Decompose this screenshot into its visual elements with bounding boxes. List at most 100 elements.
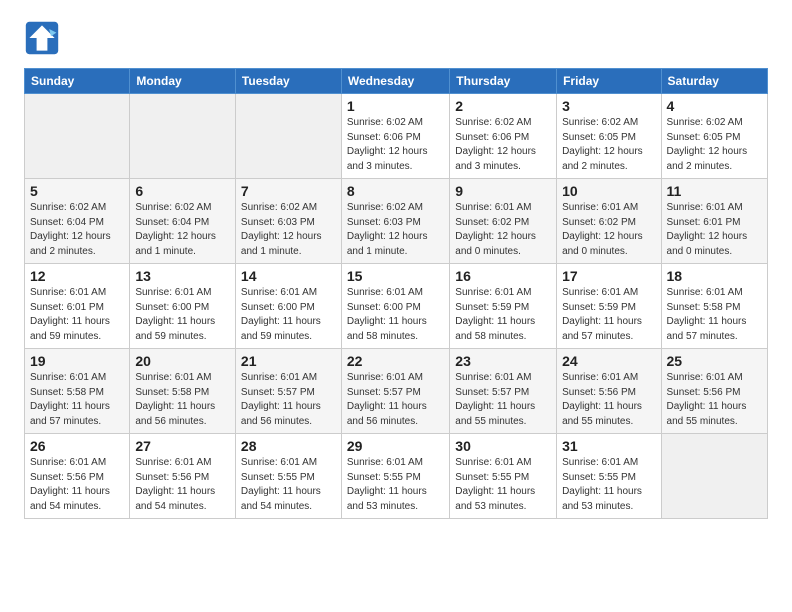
calendar-cell: 17Sunrise: 6:01 AM Sunset: 5:59 PM Dayli… xyxy=(557,264,661,349)
day-info: Sunrise: 6:02 AM Sunset: 6:04 PM Dayligh… xyxy=(135,201,230,259)
day-number: 16 xyxy=(455,268,551,284)
day-info: Sunrise: 6:02 AM Sunset: 6:03 PM Dayligh… xyxy=(347,201,444,259)
page: SundayMondayTuesdayWednesdayThursdayFrid… xyxy=(0,0,792,539)
calendar-cell: 25 Sunrise: 6:01 AM Sunset: 5:56 PM Dayli… xyxy=(661,349,767,434)
day-number: 26 xyxy=(30,438,124,454)
day-number: 9 xyxy=(455,183,551,199)
day-number: 30 xyxy=(455,438,551,454)
calendar-cell: 1 Sunrise: 6:02 AM Sunset: 6:06 PM Daylig… xyxy=(341,94,449,179)
day-number: 28 xyxy=(241,438,336,454)
day-header-wednesday: Wednesday xyxy=(341,69,449,94)
calendar-cell xyxy=(235,94,341,179)
calendar-week-4: 19 Sunrise: 6:01 AM Sunset: 5:58 PM Dayli… xyxy=(25,349,768,434)
calendar-cell: 4 Sunrise: 6:02 AM Sunset: 6:05 PM Daylig… xyxy=(661,94,767,179)
day-header-sunday: Sunday xyxy=(25,69,130,94)
day-number: 29 xyxy=(347,438,444,454)
day-number: 13 xyxy=(135,268,230,284)
calendar-cell: 7 Sunrise: 6:02 AM Sunset: 6:03 PM Daylig… xyxy=(235,179,341,264)
calendar-cell: 14Sunrise: 6:01 AM Sunset: 6:00 PM Dayli… xyxy=(235,264,341,349)
day-info: Sunrise: 6:01 AM Sunset: 5:56 PM Dayligh… xyxy=(30,456,124,514)
calendar-cell: 18 Sunrise: 6:01 AM Sunset: 5:58 PM Dayli… xyxy=(661,264,767,349)
calendar-cell: 21 Sunrise: 6:01 AM Sunset: 5:57 PM Dayli… xyxy=(235,349,341,434)
day-info: Sunrise: 6:01 AM Sunset: 5:55 PM Dayligh… xyxy=(562,456,655,514)
calendar-cell: 20Sunrise: 6:01 AM Sunset: 5:58 PM Dayli… xyxy=(130,349,236,434)
calendar-cell: 22 Sunrise: 6:01 AM Sunset: 5:57 PM Dayli… xyxy=(341,349,449,434)
day-number: 24 xyxy=(562,353,655,369)
day-number: 15 xyxy=(347,268,444,284)
day-info: Sunrise: 6:01 AM Sunset: 5:55 PM Dayligh… xyxy=(347,456,444,514)
calendar-cell: 3 Sunrise: 6:02 AM Sunset: 6:05 PM Daylig… xyxy=(557,94,661,179)
day-info: Sunrise: 6:02 AM Sunset: 6:05 PM Dayligh… xyxy=(667,116,762,174)
calendar-cell: 8 Sunrise: 6:02 AM Sunset: 6:03 PM Daylig… xyxy=(341,179,449,264)
day-number: 3 xyxy=(562,98,655,114)
calendar-cell: 15 Sunrise: 6:01 AM Sunset: 6:00 PM Dayli… xyxy=(341,264,449,349)
calendar-cell xyxy=(661,434,767,519)
calendar-cell: 11 Sunrise: 6:01 AM Sunset: 6:01 PM Dayli… xyxy=(661,179,767,264)
calendar-cell: 16 Sunrise: 6:01 AM Sunset: 5:59 PM Dayli… xyxy=(450,264,557,349)
day-info: Sunrise: 6:01 AM Sunset: 5:58 PM Dayligh… xyxy=(30,371,124,429)
day-info: Sunrise: 6:02 AM Sunset: 6:03 PM Dayligh… xyxy=(241,201,336,259)
calendar: SundayMondayTuesdayWednesdayThursdayFrid… xyxy=(24,68,768,519)
day-number: 7 xyxy=(241,183,336,199)
calendar-week-5: 26 Sunrise: 6:01 AM Sunset: 5:56 PM Dayli… xyxy=(25,434,768,519)
day-number: 8 xyxy=(347,183,444,199)
calendar-cell: 24Sunrise: 6:01 AM Sunset: 5:56 PM Dayli… xyxy=(557,349,661,434)
day-number: 25 xyxy=(667,353,762,369)
day-info: Sunrise: 6:01 AM Sunset: 5:56 PM Dayligh… xyxy=(667,371,762,429)
day-info: Sunrise: 6:01 AM Sunset: 6:00 PM Dayligh… xyxy=(135,286,230,344)
day-header-saturday: Saturday xyxy=(661,69,767,94)
day-number: 1 xyxy=(347,98,444,114)
day-number: 23 xyxy=(455,353,551,369)
day-info: Sunrise: 6:01 AM Sunset: 6:02 PM Dayligh… xyxy=(562,201,655,259)
calendar-cell: 13 Sunrise: 6:01 AM Sunset: 6:00 PM Dayli… xyxy=(130,264,236,349)
day-info: Sunrise: 6:01 AM Sunset: 5:58 PM Dayligh… xyxy=(667,286,762,344)
day-info: Sunrise: 6:01 AM Sunset: 5:56 PM Dayligh… xyxy=(135,456,230,514)
calendar-week-3: 12Sunrise: 6:01 AM Sunset: 6:01 PM Dayli… xyxy=(25,264,768,349)
day-number: 2 xyxy=(455,98,551,114)
day-number: 5 xyxy=(30,183,124,199)
day-info: Sunrise: 6:01 AM Sunset: 5:55 PM Dayligh… xyxy=(241,456,336,514)
day-info: Sunrise: 6:01 AM Sunset: 5:59 PM Dayligh… xyxy=(455,286,551,344)
calendar-week-2: 5 Sunrise: 6:02 AM Sunset: 6:04 PM Daylig… xyxy=(25,179,768,264)
day-info: Sunrise: 6:01 AM Sunset: 5:57 PM Dayligh… xyxy=(347,371,444,429)
calendar-cell: 26 Sunrise: 6:01 AM Sunset: 5:56 PM Dayli… xyxy=(25,434,130,519)
calendar-cell xyxy=(25,94,130,179)
day-info: Sunrise: 6:01 AM Sunset: 5:57 PM Dayligh… xyxy=(241,371,336,429)
calendar-week-1: 1 Sunrise: 6:02 AM Sunset: 6:06 PM Daylig… xyxy=(25,94,768,179)
calendar-cell: 9 Sunrise: 6:01 AM Sunset: 6:02 PM Daylig… xyxy=(450,179,557,264)
day-number: 19 xyxy=(30,353,124,369)
calendar-cell: 23 Sunrise: 6:01 AM Sunset: 5:57 PM Dayli… xyxy=(450,349,557,434)
logo-icon xyxy=(24,20,60,56)
calendar-cell: 10 Sunrise: 6:01 AM Sunset: 6:02 PM Dayli… xyxy=(557,179,661,264)
day-header-tuesday: Tuesday xyxy=(235,69,341,94)
day-info: Sunrise: 6:01 AM Sunset: 6:01 PM Dayligh… xyxy=(667,201,762,259)
day-number: 31 xyxy=(562,438,655,454)
calendar-header-row: SundayMondayTuesdayWednesdayThursdayFrid… xyxy=(25,69,768,94)
day-info: Sunrise: 6:01 AM Sunset: 6:00 PM Dayligh… xyxy=(241,286,336,344)
day-info: Sunrise: 6:01 AM Sunset: 5:57 PM Dayligh… xyxy=(455,371,551,429)
calendar-cell: 29 Sunrise: 6:01 AM Sunset: 5:55 PM Dayli… xyxy=(341,434,449,519)
day-info: Sunrise: 6:02 AM Sunset: 6:04 PM Dayligh… xyxy=(30,201,124,259)
day-number: 20 xyxy=(135,353,230,369)
day-number: 4 xyxy=(667,98,762,114)
day-info: Sunrise: 6:02 AM Sunset: 6:06 PM Dayligh… xyxy=(455,116,551,174)
calendar-cell: 2 Sunrise: 6:02 AM Sunset: 6:06 PM Daylig… xyxy=(450,94,557,179)
day-info: Sunrise: 6:01 AM Sunset: 6:02 PM Dayligh… xyxy=(455,201,551,259)
day-number: 18 xyxy=(667,268,762,284)
calendar-cell: 27Sunrise: 6:01 AM Sunset: 5:56 PM Dayli… xyxy=(130,434,236,519)
day-number: 10 xyxy=(562,183,655,199)
calendar-cell: 12Sunrise: 6:01 AM Sunset: 6:01 PM Dayli… xyxy=(25,264,130,349)
day-header-friday: Friday xyxy=(557,69,661,94)
calendar-cell xyxy=(130,94,236,179)
day-number: 12 xyxy=(30,268,124,284)
day-number: 21 xyxy=(241,353,336,369)
day-number: 22 xyxy=(347,353,444,369)
calendar-cell: 31 Sunrise: 6:01 AM Sunset: 5:55 PM Dayli… xyxy=(557,434,661,519)
logo xyxy=(24,20,66,56)
calendar-cell: 5 Sunrise: 6:02 AM Sunset: 6:04 PM Daylig… xyxy=(25,179,130,264)
day-info: Sunrise: 6:02 AM Sunset: 6:05 PM Dayligh… xyxy=(562,116,655,174)
day-info: Sunrise: 6:01 AM Sunset: 6:00 PM Dayligh… xyxy=(347,286,444,344)
day-info: Sunrise: 6:02 AM Sunset: 6:06 PM Dayligh… xyxy=(347,116,444,174)
day-number: 11 xyxy=(667,183,762,199)
day-info: Sunrise: 6:01 AM Sunset: 5:59 PM Dayligh… xyxy=(562,286,655,344)
